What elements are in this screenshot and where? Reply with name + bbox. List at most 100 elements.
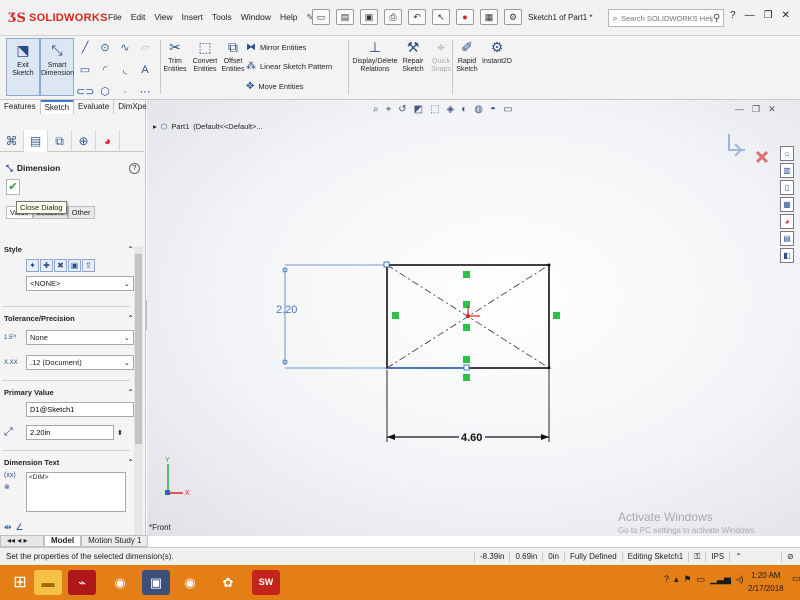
style-group-header[interactable]: Style ⌃: [4, 243, 134, 255]
display-manager-icon[interactable]: ◕: [96, 130, 120, 152]
search-input[interactable]: [621, 13, 713, 23]
signal-tray-icon[interactable]: ▁▃▅: [710, 574, 731, 585]
tab-sketch[interactable]: Sketch: [40, 100, 75, 114]
notifications-icon[interactable]: ▭: [792, 573, 800, 584]
precision-select[interactable]: .12 (Document) ⌄: [26, 355, 134, 370]
property-manager-icon[interactable]: ▤: [24, 130, 48, 152]
apply-style-icon[interactable]: ✦: [26, 259, 39, 272]
solidworks-taskbar-icon[interactable]: SW: [252, 570, 280, 595]
dimension-value-field[interactable]: [26, 425, 114, 440]
offset-entities-button[interactable]: ⧉ Offset Entities: [218, 38, 248, 74]
slot-icon[interactable]: ⊂⊃: [76, 84, 94, 100]
horizontal-relation-icon[interactable]: [463, 374, 470, 381]
unit-dropdown-icon[interactable]: ⌃: [729, 552, 747, 562]
graphics-area[interactable]: ▸ ⬡ Part1 (Default<<Default>... ⌕ ⌖ ↺ ◩ …: [147, 100, 800, 536]
menu-help[interactable]: Help: [280, 12, 297, 23]
rebuild-icon[interactable]: ●: [456, 9, 474, 25]
trim-entities-button[interactable]: ✂ Trim Entities: [160, 38, 190, 74]
volume-tray-icon[interactable]: ◃): [736, 574, 744, 585]
display-delete-relations-button[interactable]: ⊥ Display/Delete Relations: [352, 38, 398, 74]
dimxpert-manager-icon[interactable]: ⊕: [72, 130, 96, 152]
menu-window[interactable]: Window: [241, 12, 271, 23]
open-icon[interactable]: ▤: [336, 9, 354, 25]
dimension-vertical-value[interactable]: 2.20: [276, 304, 297, 316]
tab-other[interactable]: Other: [67, 206, 95, 219]
dimension-horizontal-value[interactable]: 4.60: [461, 432, 482, 444]
feature-tree-icon[interactable]: ⌘: [0, 130, 24, 152]
pdf-reader-taskbar-icon[interactable]: ⌁: [68, 570, 96, 595]
menu-tools[interactable]: Tools: [212, 12, 232, 23]
menu-view[interactable]: View: [154, 12, 172, 23]
origin-icon[interactable]: [466, 306, 480, 318]
rebuild-status-icon[interactable]: ⚿: [688, 552, 705, 562]
smart-dimension-button[interactable]: ⤡ Smart Dimension: [40, 38, 74, 96]
help-dropdown-icon[interactable]: ?: [730, 10, 736, 21]
save-icon[interactable]: ▣: [360, 9, 378, 25]
polygon-icon[interactable]: ⬡: [96, 84, 114, 100]
panel-scrollbar[interactable]: [134, 246, 143, 536]
horizontal-relation-icon[interactable]: [463, 356, 470, 363]
solidworks-logo[interactable]: ƷS SOLIDWORKS: [8, 9, 108, 27]
tab-navigation-arrows[interactable]: ◂◂ ◂ ▸ ▸▸: [0, 535, 44, 555]
help-icon[interactable]: ?: [129, 162, 140, 174]
paint-taskbar-icon[interactable]: ✿: [214, 570, 242, 595]
line-icon[interactable]: ╱: [76, 40, 94, 56]
menu-file[interactable]: File: [108, 12, 122, 23]
text-icon[interactable]: A: [136, 62, 154, 78]
dimension-name-field[interactable]: [26, 402, 134, 417]
tab-motion-study[interactable]: Motion Study 1: [81, 535, 149, 547]
center-dimension-icon[interactable]: ⊗: [4, 483, 26, 491]
point-icon[interactable]: ∙: [116, 84, 134, 100]
primary-value-header[interactable]: Primary Value ⌃: [4, 386, 134, 398]
sketch-point[interactable]: [547, 366, 551, 370]
load-style-icon[interactable]: ⇪: [82, 259, 95, 272]
restore-icon[interactable]: ❐: [764, 10, 773, 21]
menu-insert[interactable]: Insert: [182, 12, 203, 23]
window-app-taskbar-icon[interactable]: ▣: [142, 570, 170, 595]
exit-sketch-button[interactable]: ⬔ Exit Sketch: [6, 38, 40, 96]
flag-tray-icon[interactable]: ⚑: [684, 574, 692, 585]
convert-entities-button[interactable]: ⬚ Convert Entities: [190, 38, 220, 74]
help-tray-icon[interactable]: ?: [664, 574, 669, 585]
save-style-icon[interactable]: ▣: [68, 259, 81, 272]
chrome-taskbar-icon-2[interactable]: ◉: [176, 570, 204, 595]
file-explorer-taskbar-icon[interactable]: ▬: [34, 570, 62, 595]
sketch-point[interactable]: [383, 261, 390, 268]
unit-system-button[interactable]: IPS: [705, 552, 729, 562]
search-icon[interactable]: ⚲: [713, 13, 720, 24]
dimension-text-area[interactable]: <DIM>: [26, 472, 126, 512]
print-icon[interactable]: ⎙: [384, 9, 402, 25]
battery-tray-icon[interactable]: ▭: [697, 574, 706, 585]
repair-sketch-button[interactable]: ⚒ Repair Sketch: [398, 38, 428, 74]
move-entities-button[interactable]: ✥ Move Entities: [246, 81, 303, 92]
tray-expand-icon[interactable]: ▴: [674, 574, 679, 585]
tab-model[interactable]: Model: [44, 535, 82, 547]
plane-icon[interactable]: ▱: [136, 40, 154, 56]
rectangle-icon[interactable]: ▭: [76, 62, 94, 78]
fillet-icon[interactable]: ◟: [116, 62, 134, 78]
tolerance-type-select[interactable]: None ⌄: [26, 330, 134, 345]
delete-style-icon[interactable]: ✖: [54, 259, 67, 272]
windows-start-icon[interactable]: ⊞: [6, 570, 34, 595]
taskbar-clock[interactable]: 1:20 AM 2/17/2018: [748, 569, 784, 595]
options-icon[interactable]: ⚙: [504, 9, 522, 25]
chrome-taskbar-icon[interactable]: ◉: [106, 570, 134, 595]
tab-features[interactable]: Features: [0, 100, 41, 114]
configuration-manager-icon[interactable]: ⧉: [48, 130, 72, 152]
new-document-icon[interactable]: ▭: [312, 9, 330, 25]
sketch-point[interactable]: [547, 263, 551, 267]
help-search-box[interactable]: ⌕ ⚲: [608, 9, 724, 27]
spin-stepper-icon[interactable]: ⬍: [117, 429, 123, 437]
select-icon[interactable]: ↖: [432, 9, 450, 25]
midpoint-relation-icon[interactable]: [463, 324, 470, 331]
mirror-entities-button[interactable]: ⧓ Mirror Entities: [246, 42, 306, 53]
scrollbar-thumb[interactable]: [135, 254, 142, 444]
spline-icon[interactable]: ∿: [116, 40, 134, 56]
dual-dimension-icon[interactable]: ⇹: [4, 522, 12, 533]
ok-button[interactable]: ✔: [6, 179, 20, 195]
dimension-text-header[interactable]: Dimension Text ⌃: [4, 456, 134, 468]
sketch-point[interactable]: [463, 364, 470, 371]
add-style-icon[interactable]: ✚: [40, 259, 53, 272]
parentheses-icon[interactable]: (xx): [4, 472, 26, 479]
file-properties-icon[interactable]: ▦: [480, 9, 498, 25]
